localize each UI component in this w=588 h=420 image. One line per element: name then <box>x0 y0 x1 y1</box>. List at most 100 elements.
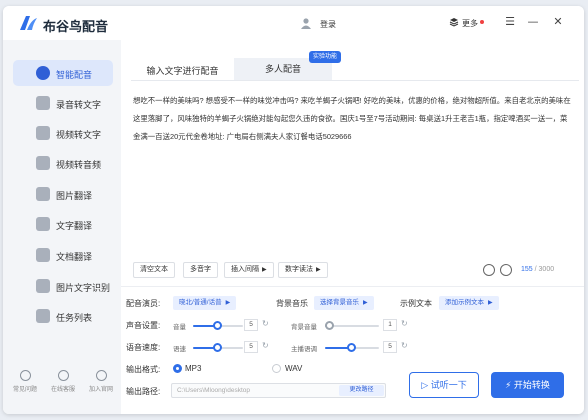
bg-volume-knob[interactable] <box>325 321 335 330</box>
example-text-label: 示例文本 <box>400 299 432 308</box>
sidebar-item-label: 图片翻译 <box>56 191 93 201</box>
faq-label: 常见问题 <box>12 387 37 393</box>
sidebar-item-label: 视频转文字 <box>56 130 102 140</box>
mp3-label: MP3 <box>185 364 202 373</box>
sidebar-item-label: 视频转音频 <box>56 160 102 170</box>
digit-reading-button[interactable]: 数字读法 ▶ <box>278 262 328 278</box>
voice-actor-select[interactable]: 晓北/普通/话普 ▶ <box>173 296 237 310</box>
sidebar-item-smart-dubbing[interactable]: 智能配音 <box>13 60 113 86</box>
online-service-button[interactable]: 在线客服 <box>46 370 80 393</box>
start-convert-label: 开始转换 <box>513 380 550 390</box>
more-menu[interactable]: 更多 <box>462 18 478 29</box>
start-convert-button[interactable]: ⚡ 开始转换 <box>491 372 564 398</box>
home-icon <box>95 370 107 381</box>
reset-icon[interactable]: ↻ <box>262 319 269 328</box>
bg-volume-slider[interactable] <box>325 321 379 330</box>
insert-pause-button[interactable]: 插入间隔 ▶ <box>224 262 274 278</box>
clear-text-button[interactable]: 清空文本 <box>133 262 175 278</box>
caret-right-icon: ▶ <box>262 267 267 273</box>
app-window: 布谷鸟配音 登录 更多 ☰ — ✕ 智能配音 录音转文字 视频转文字 视频转音频… <box>3 6 584 414</box>
reset-icon[interactable]: ↻ <box>401 319 408 328</box>
website-label: 加入官网 <box>88 387 113 393</box>
output-format-label: 输出格式: <box>126 365 161 374</box>
mp3-radio[interactable] <box>173 364 182 373</box>
voice-actor-label: 配音演员: <box>126 299 161 308</box>
recording-icon <box>36 96 50 110</box>
digit-reading-label: 数字读法 <box>285 266 313 273</box>
example-text-select[interactable]: 添加示例文本 ▶ <box>439 296 499 310</box>
example-text-value: 添加示例文本 <box>445 299 484 306</box>
experimental-badge: 实验功能 <box>309 51 342 63</box>
mic-icon <box>36 66 50 80</box>
caret-right-icon: ▶ <box>488 300 493 306</box>
image-icon <box>36 187 50 201</box>
preview-button[interactable]: ▷ 试听一下 <box>409 372 479 398</box>
sidebar-item-video-to-text[interactable]: 视频转文字 <box>13 120 113 146</box>
play-icon: ▷ <box>421 380 429 390</box>
faq-button[interactable]: 常见问题 <box>8 370 42 393</box>
main-panel: 输入文字进行配音 多人配音 实验功能 想吃不一样的美味吗? 想感受不一样的味觉冲… <box>121 40 584 414</box>
task-list-icon <box>36 309 50 323</box>
convert-icon: ⚡ <box>505 380 512 390</box>
sidebar-item-recording-to-text[interactable]: 录音转文字 <box>13 90 113 116</box>
output-path-label: 输出路径: <box>126 387 161 396</box>
speed-label: 语音速度: <box>126 343 161 352</box>
sidebar-item-label: 智能配音 <box>56 70 93 80</box>
volume-slider-label: 音量 <box>173 324 186 331</box>
volume-slider[interactable] <box>193 321 243 330</box>
change-path-button[interactable]: 更改路径 <box>339 385 384 396</box>
tab-text-dubbing[interactable]: 输入文字进行配音 <box>131 58 234 80</box>
volume-value[interactable]: 5 <box>244 319 258 331</box>
volume-settings-label: 声音设置: <box>126 321 161 330</box>
sidebar-item-text-translate[interactable]: 文字翻译 <box>13 211 113 237</box>
speed-value[interactable]: 5 <box>244 341 258 353</box>
pitch-value[interactable]: 5 <box>383 341 397 353</box>
speed-knob[interactable] <box>213 343 222 352</box>
menu-icon[interactable]: ☰ <box>502 14 518 30</box>
bg-volume-label: 背景音量 <box>291 324 317 331</box>
user-icon[interactable] <box>300 17 312 29</box>
minimize-icon[interactable]: — <box>525 14 541 30</box>
text-input-area[interactable]: 想吃不一样的美味吗? 想感受不一样的味觉冲击吗? 来吃羊蝎子火锅吧! 好吃的美味… <box>133 92 573 192</box>
chat-icon <box>57 370 69 381</box>
notification-dot <box>480 20 484 24</box>
char-count: 155 <box>521 266 533 273</box>
bg-music-value: 选择背景音乐 <box>320 299 359 306</box>
translate-icon <box>36 217 50 231</box>
ocr-icon <box>36 279 50 293</box>
bg-volume-value[interactable]: 1 <box>383 319 397 331</box>
preview-label: 试听一下 <box>430 380 467 390</box>
sidebar-item-image-translate[interactable]: 图片翻译 <box>13 181 113 207</box>
reset-icon[interactable]: ↻ <box>401 341 408 350</box>
undo-icon[interactable] <box>483 264 495 276</box>
sidebar-item-label: 图片文字识别 <box>56 283 111 293</box>
bg-music-label: 背景音乐 <box>276 299 308 308</box>
sidebar-item-ocr[interactable]: 图片文字识别 <box>13 273 113 299</box>
redo-icon[interactable] <box>500 264 512 276</box>
sidebar-item-task-list[interactable]: 任务列表 <box>13 303 113 329</box>
sidebar-item-video-to-audio[interactable]: 视频转音频 <box>13 150 113 176</box>
login-link[interactable]: 登录 <box>320 19 336 30</box>
char-limit: / 3000 <box>534 266 555 273</box>
caret-right-icon: ▶ <box>316 267 321 273</box>
pitch-knob[interactable] <box>347 343 356 352</box>
volume-knob[interactable] <box>213 321 222 330</box>
wav-label: WAV <box>285 364 303 373</box>
speed-slider[interactable] <box>193 343 243 352</box>
close-icon[interactable]: ✕ <box>550 14 566 30</box>
website-button[interactable]: 加入官网 <box>84 370 118 393</box>
caret-right-icon: ▶ <box>225 300 231 306</box>
layers-icon[interactable] <box>449 17 459 27</box>
insert-pause-label: 插入间隔 <box>231 266 259 273</box>
section-divider <box>121 286 584 287</box>
wav-radio[interactable] <box>272 364 281 373</box>
pitch-slider[interactable] <box>325 343 379 352</box>
sidebar-item-document-translate[interactable]: 文档翻译 <box>13 242 113 268</box>
char-counter: 155 / 3000 <box>521 266 554 273</box>
sidebar-item-label: 任务列表 <box>56 313 93 323</box>
question-icon <box>19 370 31 381</box>
video-audio-icon <box>36 156 50 170</box>
polyphone-button[interactable]: 多音字 <box>183 262 218 278</box>
reset-icon[interactable]: ↻ <box>262 341 269 350</box>
bg-music-select[interactable]: 选择背景音乐 ▶ <box>314 296 374 310</box>
